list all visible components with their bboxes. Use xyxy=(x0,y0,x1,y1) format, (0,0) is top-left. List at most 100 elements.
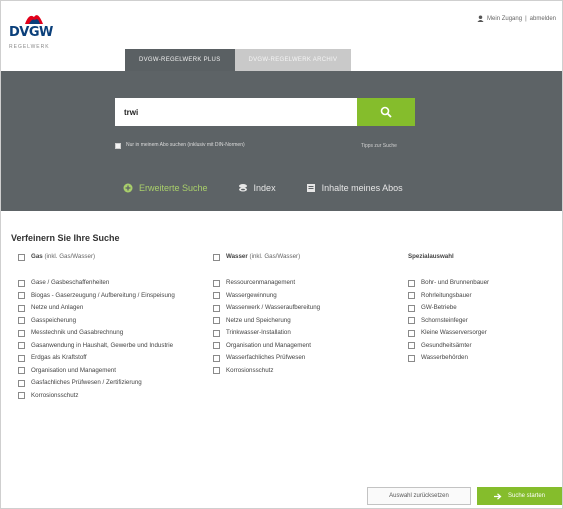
checkbox[interactable] xyxy=(213,292,220,299)
filter-item[interactable]: Korrosionsschutz xyxy=(213,367,383,375)
tab-advanced-search[interactable]: Erweiterte Suche xyxy=(123,183,208,193)
search-input[interactable] xyxy=(115,98,357,126)
filter-item[interactable]: Wasserfachliches Prüfwesen xyxy=(213,354,383,362)
filter-item[interactable]: Bohr- und Brunnenbauer xyxy=(408,279,558,287)
gas-head-label: Gas xyxy=(31,253,43,260)
filter-label: Biogas - Gaserzeugung / Aufbereitung / E… xyxy=(31,291,175,299)
search-panel: Nur in meinem Abo suchen (inklusiv mit D… xyxy=(1,71,562,211)
tab-my-subscription[interactable]: Inhalte meines Abos xyxy=(306,183,403,193)
filter-label: Kleine Wasserversorger xyxy=(421,329,487,336)
tab-advanced-search-label: Erweiterte Suche xyxy=(139,183,208,193)
checkbox[interactable] xyxy=(18,279,25,287)
filter-item[interactable]: Gasfachliches Prüfwesen / Zertifizierung xyxy=(18,379,198,387)
filter-label: Korrosionsschutz xyxy=(226,366,274,374)
tab-regelwerk-archiv[interactable]: DVGW-REGELWERK ARCHIV xyxy=(234,49,352,71)
logout-link[interactable]: abmelden xyxy=(530,16,556,22)
tab-index[interactable]: Index xyxy=(238,183,276,193)
filter-item[interactable]: Kleine Wasserversorger xyxy=(408,329,558,337)
wasser-head-label: Wasser xyxy=(226,253,248,260)
abo-only-checkbox[interactable] xyxy=(115,143,121,149)
filter-label: Netze und Speicherung xyxy=(226,316,291,324)
filter-label: Schornsteinfeger xyxy=(421,316,468,324)
user-icon xyxy=(477,15,484,22)
filter-item[interactable]: Messtechnik und Gasabrechnung xyxy=(18,329,198,337)
checkbox[interactable] xyxy=(213,317,220,324)
filter-label: Wassergewinnung xyxy=(226,291,277,299)
filter-label: Netze und Anlagen xyxy=(31,304,84,311)
abo-only-label: Nur in meinem Abo suchen (inklusiv mit D… xyxy=(126,142,245,148)
filter-item[interactable]: Wasserbehörden xyxy=(408,354,558,362)
checkbox[interactable] xyxy=(408,342,415,349)
checkbox[interactable] xyxy=(408,329,415,337)
checkbox[interactable] xyxy=(213,329,220,337)
nav-separator: | xyxy=(525,15,527,22)
checkbox[interactable] xyxy=(213,304,220,312)
wasser-column: Wasser (inkl. Gas/Wasser) Ressourcenmana… xyxy=(213,253,383,379)
checkbox[interactable] xyxy=(408,317,415,324)
filter-label: Gesundheitsämter xyxy=(421,341,472,349)
gas-column: Gas (inkl. Gas/Wasser) Gase / Gasbeschaf… xyxy=(18,253,198,404)
checkbox[interactable] xyxy=(18,329,25,337)
filter-item[interactable]: Biogas - Gaserzeugung / Aufbereitung / E… xyxy=(18,292,198,300)
checkbox[interactable] xyxy=(18,317,25,324)
filter-item[interactable]: Erdgas als Kraftstoff xyxy=(18,354,198,362)
filter-item[interactable]: Trinkwasser-Installation xyxy=(213,329,383,337)
checkbox[interactable] xyxy=(18,392,25,399)
checkbox[interactable] xyxy=(18,342,25,349)
plus-circle-icon xyxy=(123,183,133,193)
user-nav: Mein Zugang | abmelden xyxy=(477,15,556,22)
filter-label: Rohrleitungsbauer xyxy=(421,291,472,299)
index-icon xyxy=(238,184,247,192)
tab-regelwerk-plus[interactable]: DVGW-REGELWERK PLUS xyxy=(125,49,235,71)
search-mode-tabs: Erweiterte Suche Index Inhalte meines Ab… xyxy=(123,183,403,193)
gas-head[interactable]: Gas (inkl. Gas/Wasser) xyxy=(18,253,198,263)
checkbox[interactable] xyxy=(408,279,415,287)
filter-item[interactable]: Wasserwerk / Wasseraufbereitung xyxy=(213,304,383,312)
filter-item[interactable]: Netze und Anlagen xyxy=(18,304,198,312)
filter-item[interactable]: Ressourcenmanagement xyxy=(213,279,383,287)
filter-item[interactable]: Gesundheitsämter xyxy=(408,342,558,350)
filter-item[interactable]: Organisation und Management xyxy=(18,367,198,375)
main-tabs: DVGW-REGELWERK PLUS DVGW-REGELWERK ARCHI… xyxy=(125,49,352,71)
dvgw-logo[interactable]: DVGW REGELWERK xyxy=(9,11,61,51)
checkbox[interactable] xyxy=(213,279,220,287)
checkbox[interactable] xyxy=(213,342,220,349)
checkbox[interactable] xyxy=(18,354,25,362)
gas-checkbox[interactable] xyxy=(18,253,25,261)
filter-label: Gase / Gasbeschaffenheiten xyxy=(31,279,110,286)
filter-item[interactable]: Netze und Speicherung xyxy=(213,317,383,325)
reset-selection-button[interactable]: Auswahl zurücksetzen xyxy=(367,487,471,505)
search-box xyxy=(115,98,415,126)
checkbox[interactable] xyxy=(18,304,25,312)
filter-item[interactable]: Schornsteinfeger xyxy=(408,317,558,325)
filter-item[interactable]: Organisation und Management xyxy=(213,342,383,350)
my-account-link[interactable]: Mein Zugang xyxy=(487,16,522,22)
filter-item[interactable]: GW-Betriebe xyxy=(408,304,558,312)
search-tips-link[interactable]: Tipps zur Suche xyxy=(361,143,397,149)
checkbox[interactable] xyxy=(18,367,25,374)
checkbox[interactable] xyxy=(18,379,25,387)
filter-item[interactable]: Rohrleitungsbauer xyxy=(408,292,558,300)
filter-item[interactable]: Wassergewinnung xyxy=(213,292,383,300)
filter-item[interactable]: Korrosionsschutz xyxy=(18,392,198,400)
tab-index-label: Index xyxy=(253,183,276,193)
logo-subtitle: REGELWERK xyxy=(9,44,50,50)
checkbox[interactable] xyxy=(213,367,220,374)
checkbox[interactable] xyxy=(18,292,25,299)
arrow-right-icon xyxy=(493,492,502,500)
checkbox[interactable] xyxy=(408,304,415,312)
checkbox[interactable] xyxy=(408,292,415,299)
start-search-button[interactable]: Suche starten xyxy=(477,487,562,505)
checkbox[interactable] xyxy=(213,354,220,362)
checkbox[interactable] xyxy=(408,354,415,362)
search-button[interactable] xyxy=(357,98,415,126)
filter-label: Gasspeicherung xyxy=(31,316,77,324)
filter-item[interactable]: Gase / Gasbeschaffenheiten xyxy=(18,279,198,287)
filter-item[interactable]: Gasspeicherung xyxy=(18,317,198,325)
wasser-head[interactable]: Wasser (inkl. Gas/Wasser) xyxy=(213,253,383,263)
wasser-checkbox[interactable] xyxy=(213,253,220,261)
filter-item[interactable]: Gasanwendung in Haushalt, Gewerbe und In… xyxy=(18,342,198,350)
filter-label: Organisation und Management xyxy=(226,341,311,349)
abo-only-row: Nur in meinem Abo suchen (inklusiv mit D… xyxy=(115,141,276,149)
filter-label: Bohr- und Brunnenbauer xyxy=(421,279,490,286)
